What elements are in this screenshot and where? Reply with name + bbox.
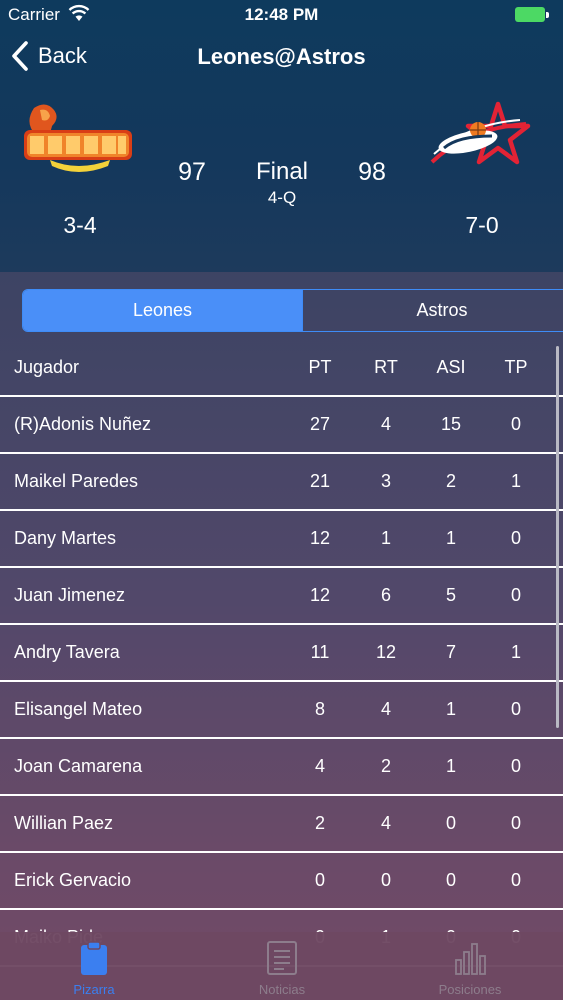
page-title: Leones@Astros (197, 44, 366, 69)
bar-chart-icon (455, 943, 486, 975)
player-rt: 12 (375, 642, 397, 662)
player-pt: 12 (309, 585, 331, 605)
player-name: Erick Gervacio (14, 870, 132, 890)
header-pt: PT (308, 357, 332, 377)
player-asi: 7 (445, 642, 456, 662)
tab-label: Noticias (258, 982, 306, 997)
header-player: Jugador (14, 357, 80, 377)
tab-posiciones[interactable]: Posiciones (376, 932, 563, 1000)
header-rt: RT (374, 357, 398, 377)
player-name: Andry Tavera (14, 642, 120, 662)
player-name: Joan Camarena (14, 756, 143, 776)
player-name: (R)Adonis Nuñez (14, 414, 152, 434)
player-rt: 2 (380, 756, 391, 776)
player-rt: 4 (380, 813, 391, 833)
scroll-indicator[interactable] (556, 346, 559, 728)
player-asi: 0 (445, 813, 456, 833)
home-record: 3-4 (63, 212, 97, 238)
player-tp: 1 (510, 471, 521, 491)
tab-label: Pizarra (73, 982, 115, 997)
battery-icon (515, 7, 549, 22)
table-row[interactable]: Andry Tavera 11 12 7 1 (0, 625, 563, 682)
player-pt: 4 (314, 756, 325, 776)
player-name: Juan Jimenez (14, 585, 126, 605)
player-tp: 0 (510, 813, 521, 833)
player-asi: 5 (445, 585, 456, 605)
player-name: Elisangel Mateo (14, 699, 143, 719)
table-row[interactable]: Erick Gervacio 0 0 0 0 (0, 853, 563, 910)
player-tp: 0 (510, 528, 521, 548)
team-segmented-control: Leones Astros (22, 289, 563, 332)
player-asi: 1 (445, 699, 456, 719)
away-score: 98 (358, 158, 386, 186)
tab-bar: Pizarra Noticias Posiciones (0, 932, 563, 1000)
table-row[interactable]: Elisangel Mateo 8 4 1 0 (0, 682, 563, 739)
player-stats-table: Jugador PT RT ASI TP (R)Adonis Nuñez 27 … (0, 340, 563, 967)
player-pt: 0 (314, 870, 325, 890)
header-tp: TP (504, 357, 528, 377)
player-asi: 15 (440, 414, 462, 434)
tab-noticias[interactable]: Noticias (188, 932, 376, 1000)
tab-label: Posiciones (438, 982, 502, 997)
clipboard-icon (81, 941, 107, 975)
status-bar: Carrier 12:48 PM (0, 0, 563, 30)
table-row[interactable]: Dany Martes 12 1 1 0 (0, 511, 563, 568)
segment-astros[interactable]: Astros (302, 290, 563, 331)
player-rt: 6 (380, 585, 391, 605)
table-row[interactable]: Joan Camarena 4 2 1 0 (0, 739, 563, 796)
player-tp: 0 (510, 585, 521, 605)
player-pt: 21 (309, 471, 331, 491)
status-time: 12:48 PM (244, 5, 319, 24)
tab-pizarra[interactable]: Pizarra (0, 932, 188, 1000)
player-tp: 0 (510, 870, 521, 890)
player-pt: 2 (314, 813, 325, 833)
player-rt: 0 (380, 870, 391, 890)
header-asi: ASI (436, 357, 466, 377)
navigation-bar: Back Leones@Astros (0, 34, 563, 78)
leones-logo-icon (24, 104, 132, 172)
away-record: 7-0 (465, 212, 499, 238)
table-row[interactable]: Maikel Paredes 21 3 2 1 (0, 454, 563, 511)
player-tp: 0 (510, 699, 521, 719)
table-row[interactable]: Juan Jimenez 12 6 5 0 (0, 568, 563, 625)
player-asi: 0 (445, 870, 456, 890)
player-asi: 1 (445, 756, 456, 776)
player-rt: 3 (380, 471, 391, 491)
home-score: 97 (178, 158, 206, 186)
player-tp: 0 (510, 414, 521, 434)
player-rt: 4 (380, 699, 391, 719)
player-name: Maikel Paredes (14, 471, 139, 491)
player-tp: 1 (510, 642, 521, 662)
player-name: Dany Martes (14, 528, 117, 548)
player-asi: 1 (445, 528, 456, 548)
table-row[interactable]: Willian Paez 2 4 0 0 (0, 796, 563, 853)
astros-logo-icon (430, 101, 531, 165)
player-rt: 1 (380, 528, 391, 548)
segment-leones[interactable]: Leones (23, 290, 302, 331)
player-tp: 0 (510, 756, 521, 776)
player-asi: 2 (445, 471, 456, 491)
document-icon (267, 941, 297, 975)
table-header-row: Jugador PT RT ASI TP (0, 340, 563, 397)
player-name: Willian Paez (14, 813, 114, 833)
game-period: 4-Q (267, 188, 297, 207)
table-row[interactable]: (R)Adonis Nuñez 27 4 15 0 (0, 397, 563, 454)
player-pt: 11 (310, 642, 330, 662)
player-rt: 4 (380, 414, 391, 434)
player-pt: 12 (309, 528, 331, 548)
player-pt: 27 (309, 414, 331, 434)
player-pt: 8 (314, 699, 325, 719)
game-status: Final (255, 158, 309, 185)
